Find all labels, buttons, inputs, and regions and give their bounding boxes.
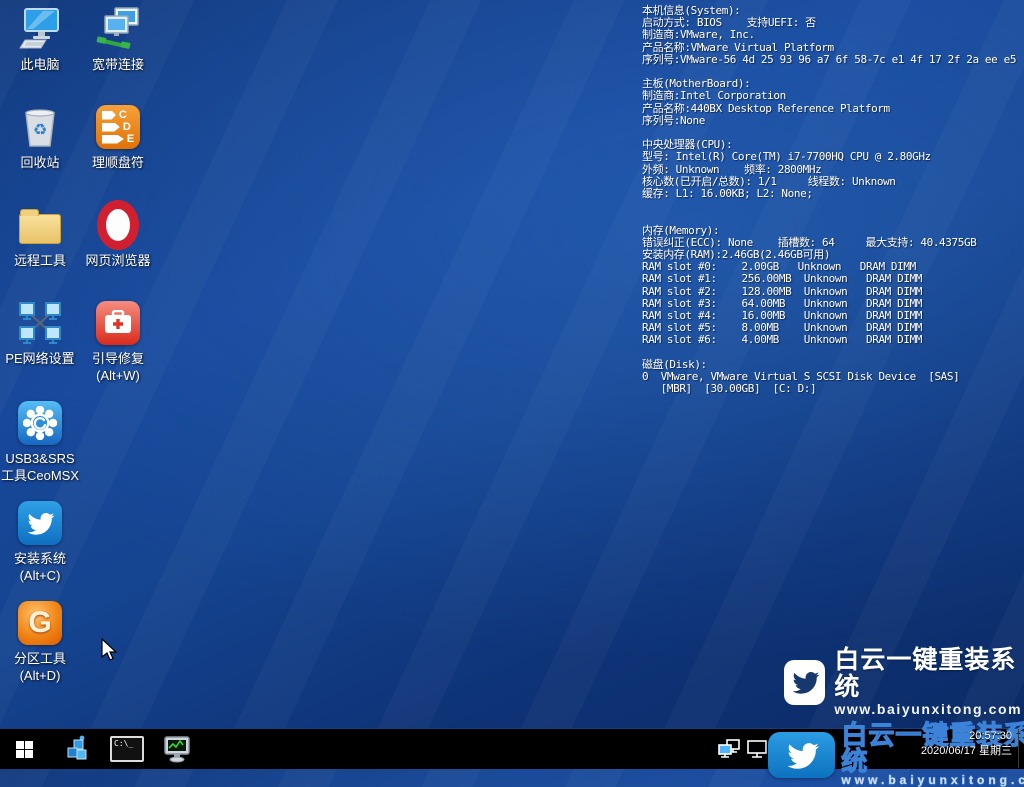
recycle-bin-icon: ♻ xyxy=(17,104,63,150)
task-manager-icon xyxy=(162,734,192,764)
install-system-icon xyxy=(17,500,63,546)
broadband-icon xyxy=(95,6,141,52)
tray-network-icon[interactable] xyxy=(716,729,742,769)
system-info-text: 本机信息(System): 启动方式: BIOS 支持UEFI: 否 制造商:V… xyxy=(642,5,1016,396)
desktop-watermark: 白云一键重装系统 www.baiyunxitong.com xyxy=(784,647,1024,717)
clock-date: 2020/06/17 星期三 xyxy=(921,744,1012,759)
desktop-icon-usb3-srs-tool[interactable]: USB3&SRS工具CeoMSX xyxy=(0,400,80,484)
taskbar-task-manager-button[interactable] xyxy=(155,729,199,769)
pe-network-icon xyxy=(17,300,63,346)
desktop-icon-remote-tools[interactable]: 远程工具 xyxy=(0,202,80,269)
start-button[interactable] xyxy=(2,729,46,769)
usb3-srs-tool-icon xyxy=(17,400,63,446)
boot-repair-icon xyxy=(95,300,141,346)
windows-logo-icon xyxy=(16,741,33,758)
desktop-icon-install-system[interactable]: 安装系统(Alt+C) xyxy=(0,500,80,584)
desktop-icon-recycle-bin[interactable]: ♻ 回收站 xyxy=(0,104,80,171)
taskbar-registry-tool-button[interactable] xyxy=(55,729,99,769)
watermark-url: www.baiyunxitong.com xyxy=(834,701,1024,717)
taskbar-bird-app-button[interactable] xyxy=(768,732,835,778)
desktop-icon-web-browser[interactable]: 网页浏览器 xyxy=(78,202,158,269)
desktop-icon-broadband[interactable]: 宽带连接 xyxy=(78,6,158,73)
web-browser-icon xyxy=(95,202,141,248)
desktop-icon-drive-letters[interactable]: C D E 理顺盘符 xyxy=(78,104,158,171)
command-prompt-icon: C:\_ xyxy=(110,736,144,762)
svg-text:♻: ♻ xyxy=(33,120,47,139)
this-pc-icon xyxy=(17,6,63,52)
desktop-icon-partition-tool[interactable]: G 分区工具(Alt+D) xyxy=(0,600,80,684)
desktop-icon-boot-repair[interactable]: 引导修复(Alt+W) xyxy=(78,300,158,384)
blue-cubes-icon xyxy=(63,735,91,763)
desktop-icon-this-pc[interactable]: 此电脑 xyxy=(0,6,80,73)
taskbar-cmd-button[interactable]: C:\_ xyxy=(105,729,149,769)
clock-time: 20:57:30 xyxy=(921,729,1012,744)
taskbar-clock[interactable]: 20:57:30 2020/06/17 星期三 xyxy=(921,729,1012,759)
partition-tool-icon: G xyxy=(17,600,63,646)
tray-display-icon[interactable] xyxy=(744,729,770,769)
drive-letters-icon: C D E xyxy=(95,104,141,150)
watermark-title: 白云一键重装系统 xyxy=(834,647,1024,701)
remote-tools-folder-icon xyxy=(17,202,63,248)
desktop-icon-pe-network[interactable]: PE网络设置 xyxy=(0,300,80,367)
show-desktop-button[interactable] xyxy=(1018,729,1024,768)
taskbar-watermark-url: www.baiyunxitong.com xyxy=(841,774,1024,787)
desktop-background: { "desktop": { "icons": [ {"label": "此电脑… xyxy=(0,0,1024,768)
watermark-bird-logo-icon xyxy=(784,660,825,705)
bird-icon xyxy=(782,735,822,775)
mouse-cursor xyxy=(100,638,122,667)
